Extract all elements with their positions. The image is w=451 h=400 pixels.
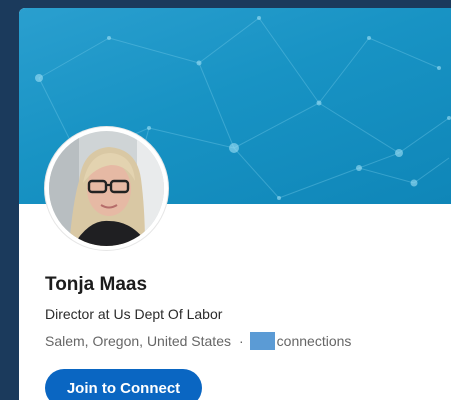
meta-separator: ·: [239, 333, 244, 349]
profile-location: Salem, Oregon, United States: [45, 333, 231, 349]
profile-photo: [49, 131, 164, 246]
profile-meta: Salem, Oregon, United States · connectio…: [45, 332, 351, 350]
profile-name: Tonja Maas: [45, 274, 148, 295]
connections-label[interactable]: connections: [277, 333, 352, 349]
connections-count-redacted: [249, 332, 275, 350]
profile-headline: Director at Us Dept Of Labor: [45, 306, 223, 322]
join-to-connect-button[interactable]: Join to Connect: [45, 369, 202, 400]
profile-card: Tonja Maas Director at Us Dept Of Labor …: [19, 8, 451, 400]
profile-avatar: [45, 127, 168, 250]
